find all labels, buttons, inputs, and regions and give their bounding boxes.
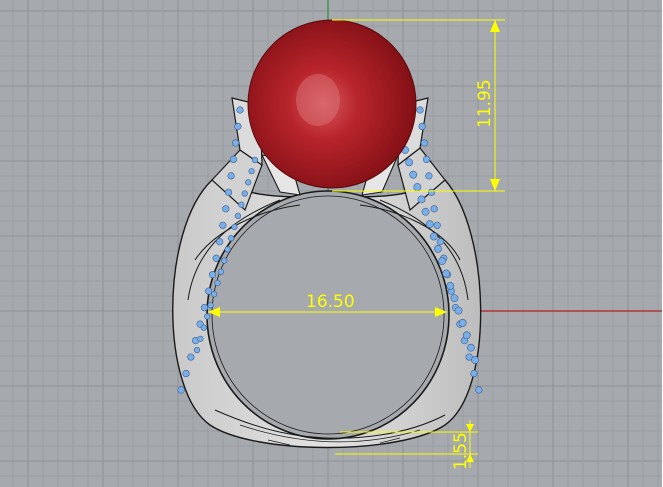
pave-stone	[200, 324, 207, 331]
sphere-gem-icon[interactable]	[247, 19, 417, 189]
pave-stone	[409, 170, 418, 179]
pave-stone	[429, 232, 438, 241]
pave-stone	[238, 201, 245, 208]
pave-stone	[462, 331, 471, 340]
pave-stone	[418, 122, 426, 131]
dimension-label-inner-diameter: 16.50	[306, 292, 355, 312]
pave-stone	[227, 172, 235, 180]
dimension-label-band-thickness: 1.55	[451, 432, 471, 470]
pave-stone	[427, 188, 436, 196]
pave-stone	[422, 155, 431, 164]
pave-stone	[466, 343, 475, 352]
pave-stone	[405, 158, 414, 167]
pave-stone	[232, 139, 240, 147]
pave-stone	[241, 190, 248, 197]
pave-stone	[177, 386, 185, 394]
pave-stone	[425, 172, 433, 180]
pave-stone	[438, 257, 446, 266]
pave-stone	[207, 302, 214, 309]
pave-stone	[475, 386, 483, 394]
dimension-label-gem-height: 11.95	[475, 79, 495, 128]
pave-stone	[248, 168, 255, 175]
pave-stone	[224, 188, 233, 196]
pave-stone	[219, 221, 227, 229]
pave-stone	[245, 179, 252, 186]
pave-stone	[231, 223, 238, 231]
viewport-canvas[interactable]: 11.95 16.50 1.55	[0, 0, 663, 487]
pave-stone	[417, 195, 426, 204]
pave-stone	[425, 220, 434, 229]
pave-stone	[471, 356, 479, 364]
pave-stone	[421, 207, 430, 216]
pave-stone	[450, 294, 459, 303]
pave-stone	[212, 254, 220, 262]
pave-stone	[229, 155, 238, 164]
pave-stone	[228, 235, 235, 242]
pave-stone	[205, 287, 213, 295]
pave-stone	[446, 281, 455, 290]
pave-stone	[210, 291, 218, 298]
pave-stone	[236, 106, 244, 114]
pave-stone	[434, 244, 442, 253]
pave-stone	[200, 304, 209, 312]
pave-stone	[222, 205, 230, 213]
perspective-viewport[interactable]: 11.95 16.50 1.55	[0, 0, 663, 487]
pave-stone	[416, 106, 424, 114]
pave-stone	[234, 122, 242, 131]
pave-stone	[208, 271, 217, 279]
pave-stone	[214, 279, 221, 287]
pave-stone	[436, 238, 444, 246]
pave-stone	[182, 369, 190, 378]
pave-stone	[224, 246, 231, 253]
pave-stone	[420, 139, 428, 147]
pave-stone	[458, 319, 467, 327]
pave-stone	[413, 183, 422, 191]
pave-stone	[234, 212, 242, 219]
pave-stone	[454, 306, 463, 315]
pave-stone	[221, 257, 228, 264]
pave-stone	[470, 369, 478, 378]
pave-stone	[197, 335, 204, 342]
pave-stone	[442, 269, 451, 278]
pave-stone	[193, 346, 201, 354]
pave-stone	[216, 238, 224, 246]
pave-stone	[187, 353, 195, 361]
pave-stone	[204, 313, 211, 320]
pave-stone	[433, 221, 441, 229]
pave-stone	[430, 205, 438, 213]
pave-stone	[251, 156, 259, 164]
pave-stone	[217, 268, 224, 275]
